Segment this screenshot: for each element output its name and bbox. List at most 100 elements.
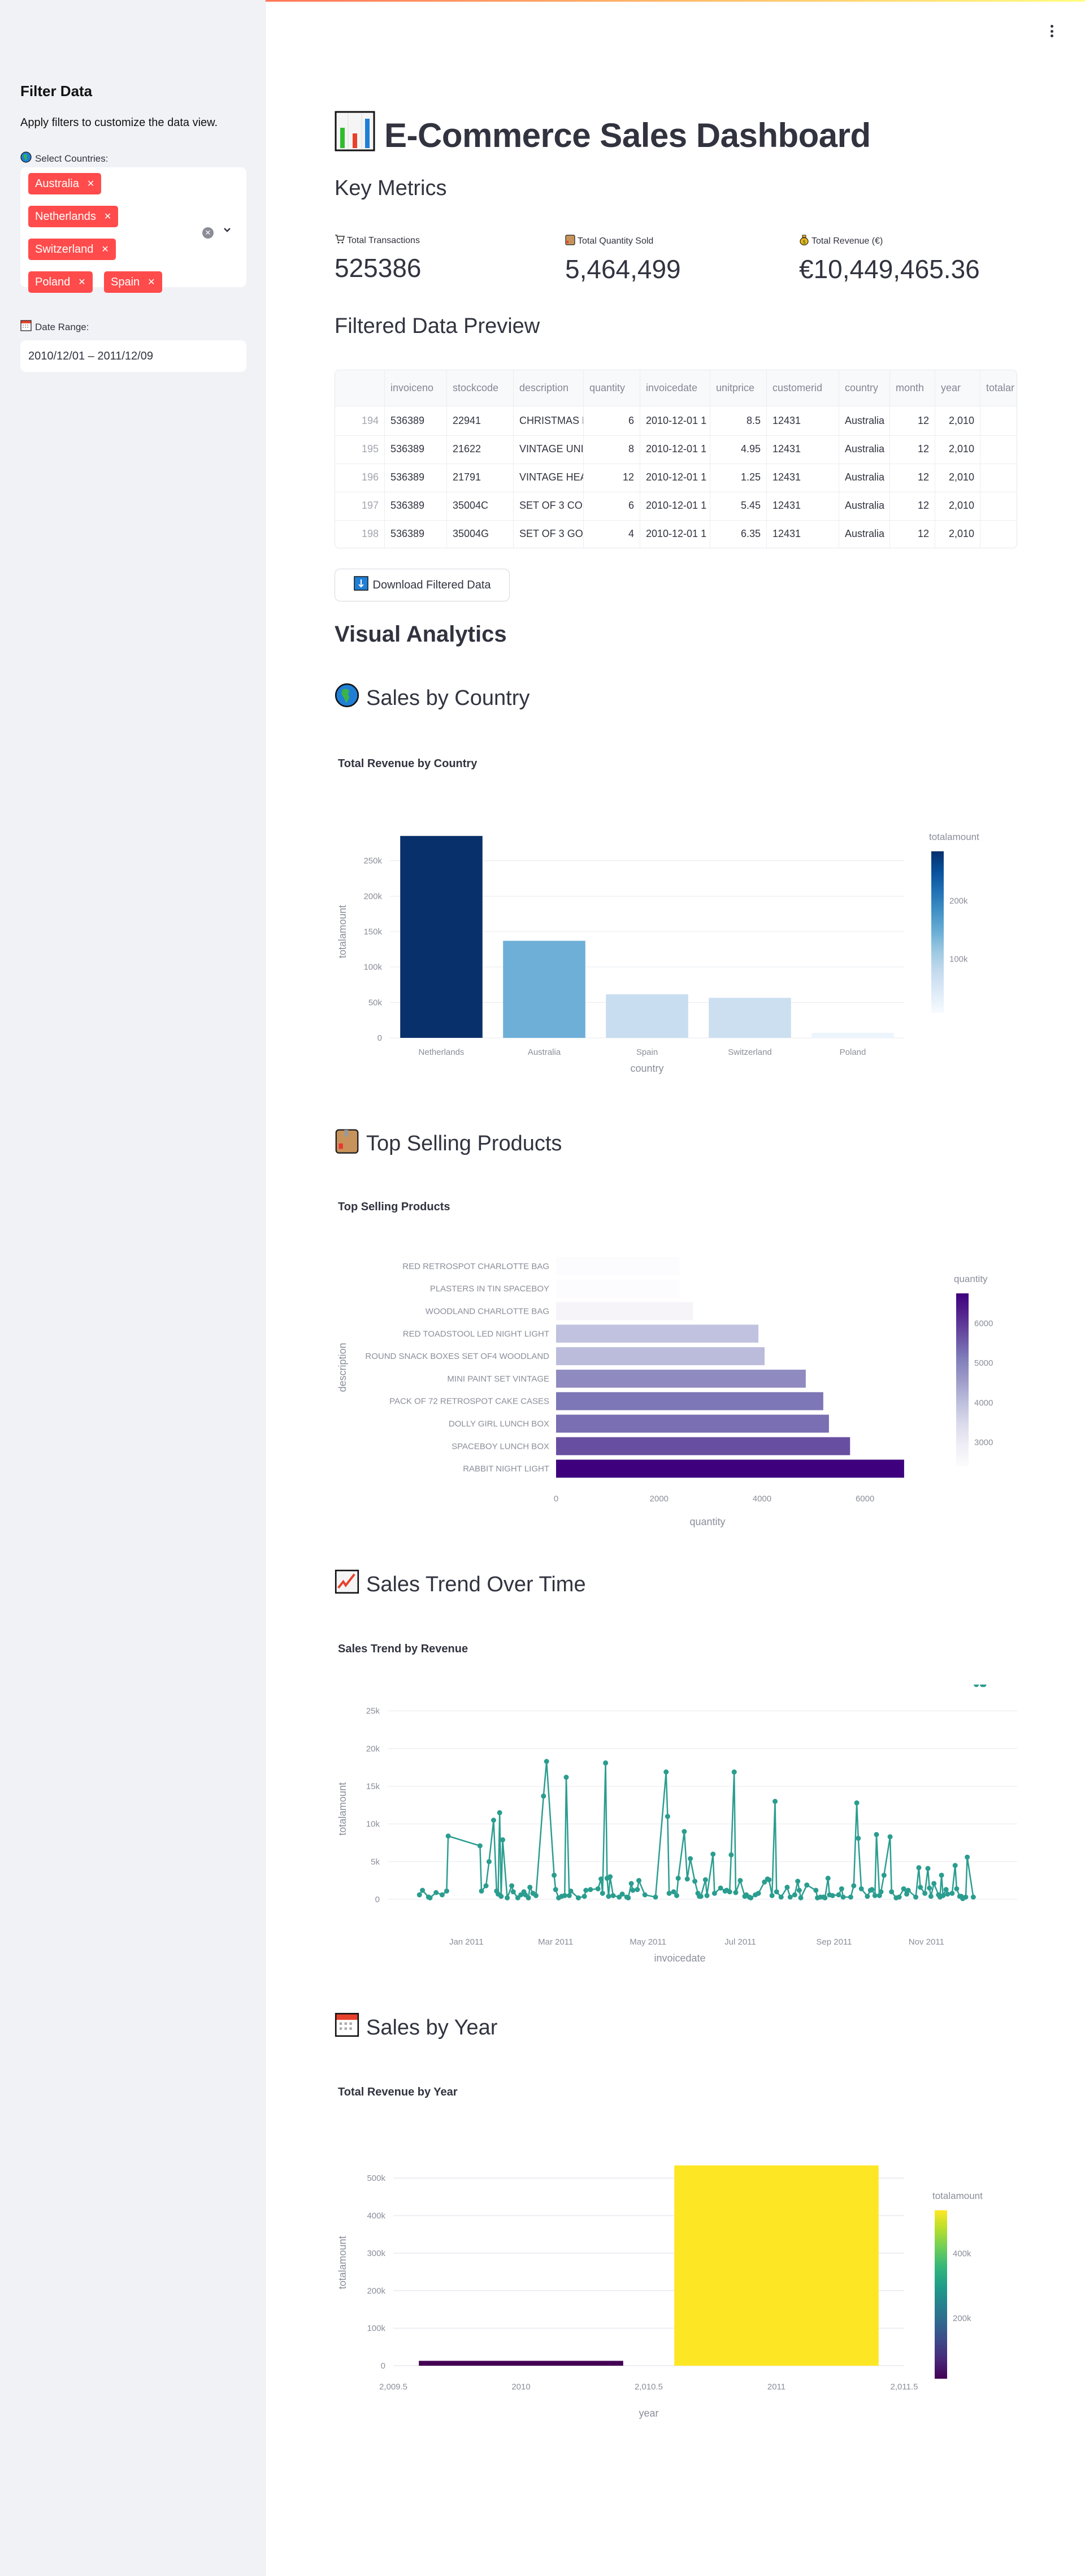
table-cell[interactable]: 12 — [890, 435, 935, 464]
table-cell[interactable]: 21622 — [447, 435, 514, 464]
kebab-menu-icon[interactable] — [1048, 25, 1056, 37]
column-header[interactable] — [335, 370, 385, 406]
row-index[interactable]: 198 — [335, 519, 385, 548]
table-cell[interactable]: VINTAGE HEA — [514, 463, 584, 492]
table-cell[interactable]: 536389 — [385, 519, 447, 548]
table-cell[interactable]: Australia — [839, 491, 890, 520]
date-range-input[interactable]: 2010/12/01 – 2011/12/09 — [20, 340, 246, 372]
column-header[interactable]: invoiceno — [385, 370, 447, 406]
row-index[interactable]: 194 — [335, 406, 385, 435]
table-cell[interactable]: 22941 — [447, 406, 514, 435]
table-cell[interactable]: 8.5 — [710, 406, 767, 435]
table-cell[interactable]: 536389 — [385, 406, 447, 435]
table-cell[interactable]: 536389 — [385, 463, 447, 492]
remove-tag-icon[interactable]: ✕ — [87, 178, 94, 189]
data-table[interactable]: invoiceno stockcode description quantity inv… — [335, 370, 1017, 548]
column-header[interactable]: unitprice — [710, 370, 767, 406]
table-header-row[interactable]: invoiceno stockcode description quantity inv… — [335, 370, 1017, 406]
table-cell[interactable] — [980, 463, 1017, 492]
table-cell[interactable] — [980, 406, 1017, 435]
table-cell[interactable]: 6 — [584, 406, 640, 435]
table-cell[interactable]: 12 — [890, 491, 935, 520]
top-products-chart[interactable]: RED RETROSPOT CHARLOTTE BAG PLASTERS IN T… — [333, 1244, 1028, 1538]
country-tag[interactable]: Poland ✕ — [28, 271, 93, 293]
table-row[interactable]: 197 536389 35004C SET OF 3 COL 6 2010-12-01 1… — [335, 491, 1017, 521]
table-cell[interactable]: CHRISTMAS L — [514, 406, 584, 435]
remove-tag-icon[interactable]: ✕ — [104, 211, 111, 222]
table-cell[interactable]: Australia — [839, 406, 890, 435]
table-cell[interactable]: Australia — [839, 435, 890, 464]
column-header[interactable]: year — [935, 370, 980, 406]
table-cell[interactable]: 5.45 — [710, 491, 767, 520]
table-cell[interactable]: 2,010 — [935, 519, 980, 548]
column-header[interactable]: invoicedate — [640, 370, 710, 406]
column-header[interactable]: month — [890, 370, 935, 406]
sales-trend-chart[interactable]: 0 5k 10k 15k 20k 25k Jan 2011 Mar 2011 May 2011 J… — [333, 1685, 1028, 1978]
table-row[interactable]: 195 536389 21622 VINTAGE UNI 8 2010-12-01 1 4.… — [335, 435, 1017, 464]
remove-tag-icon[interactable]: ✕ — [147, 276, 155, 288]
column-header[interactable]: description — [514, 370, 584, 406]
table-cell[interactable]: 2010-12-01 1 — [640, 519, 710, 548]
country-tag[interactable]: Switzerland ✕ — [28, 239, 116, 260]
table-row[interactable]: 196 536389 21791 VINTAGE HEA 12 2010-12-01 11… — [335, 463, 1017, 492]
table-cell[interactable]: 12431 — [767, 491, 839, 520]
table-cell[interactable]: 2010-12-01 1 — [640, 406, 710, 435]
country-revenue-chart[interactable]: 0 50k 100k 150k 200k 250k Netherlands Australia… — [333, 780, 1028, 1097]
column-header[interactable]: country — [839, 370, 890, 406]
table-cell[interactable]: 12431 — [767, 406, 839, 435]
table-cell[interactable]: 2010-12-01 1 — [640, 435, 710, 464]
table-cell[interactable]: 2,010 — [935, 491, 980, 520]
table-cell[interactable] — [980, 435, 1017, 464]
table-cell[interactable]: 2,010 — [935, 463, 980, 492]
table-cell[interactable]: 1.25 — [710, 463, 767, 492]
table-cell[interactable]: 4.95 — [710, 435, 767, 464]
table-cell[interactable]: SET OF 3 COL — [514, 491, 584, 520]
table-cell[interactable]: SET OF 3 GOI — [514, 519, 584, 548]
table-cell[interactable]: Australia — [839, 519, 890, 548]
table-cell[interactable]: 35004G — [447, 519, 514, 548]
table-cell[interactable]: 12 — [890, 406, 935, 435]
table-cell[interactable]: 2010-12-01 1 — [640, 491, 710, 520]
country-tag[interactable]: Spain ✕ — [104, 271, 162, 293]
table-cell[interactable]: VINTAGE UNI — [514, 435, 584, 464]
countries-multiselect[interactable]: Australia ✕ Netherlands ✕ Switzerland ✕ Pol… — [20, 167, 246, 293]
table-cell[interactable]: 12 — [584, 463, 640, 492]
table-cell[interactable]: 8 — [584, 435, 640, 464]
table-cell[interactable]: 12 — [890, 463, 935, 492]
table-cell[interactable]: 35004C — [447, 491, 514, 520]
table-cell[interactable]: 12431 — [767, 519, 839, 548]
table-cell[interactable]: 12431 — [767, 435, 839, 464]
table-cell[interactable]: 536389 — [385, 435, 447, 464]
table-cell[interactable]: 2010-12-01 1 — [640, 463, 710, 492]
table-cell[interactable]: 4 — [584, 519, 640, 548]
table-cell[interactable]: 2,010 — [935, 406, 980, 435]
country-tag[interactable]: Netherlands ✕ — [28, 206, 119, 227]
y-tick-label: SPACEBOY LUNCH BOX — [452, 1441, 549, 1451]
country-tag[interactable]: Australia ✕ — [28, 173, 102, 194]
table-cell[interactable]: 21791 — [447, 463, 514, 492]
table-cell[interactable]: 2,010 — [935, 435, 980, 464]
download-button[interactable]: Download Filtered Data — [335, 569, 510, 601]
remove-tag-icon[interactable]: ✕ — [78, 276, 85, 288]
table-row[interactable]: 194 536389 22941 CHRISTMAS L 6 2010-12-01 1 8.… — [335, 406, 1017, 436]
table-cell[interactable]: 12431 — [767, 463, 839, 492]
table-cell[interactable]: 6 — [584, 491, 640, 520]
column-header[interactable]: stockcode — [447, 370, 514, 406]
table-row[interactable]: 198 536389 35004G SET OF 3 GOI 4 2010-12-01 1… — [335, 519, 1017, 548]
column-header[interactable]: totalar — [980, 370, 1017, 406]
remove-tag-icon[interactable]: ✕ — [101, 244, 108, 255]
table-cell[interactable] — [980, 491, 1017, 520]
table-cell[interactable]: 12 — [890, 519, 935, 548]
column-header[interactable]: customerid — [767, 370, 839, 406]
year-revenue-chart[interactable]: 0 100k 200k 300k 400k 500k 2,009.5 2010 2,010.5 2… — [333, 2137, 1028, 2431]
clear-all-icon[interactable]: ✕ — [202, 227, 214, 239]
table-cell[interactable] — [980, 519, 1017, 548]
table-cell[interactable]: 6.35 — [710, 519, 767, 548]
table-cell[interactable]: 536389 — [385, 491, 447, 520]
row-index[interactable]: 197 — [335, 491, 385, 520]
row-index[interactable]: 196 — [335, 463, 385, 492]
chevron-down-icon[interactable] — [223, 226, 232, 236]
table-cell[interactable]: Australia — [839, 463, 890, 492]
row-index[interactable]: 195 — [335, 435, 385, 464]
column-header[interactable]: quantity — [584, 370, 640, 406]
